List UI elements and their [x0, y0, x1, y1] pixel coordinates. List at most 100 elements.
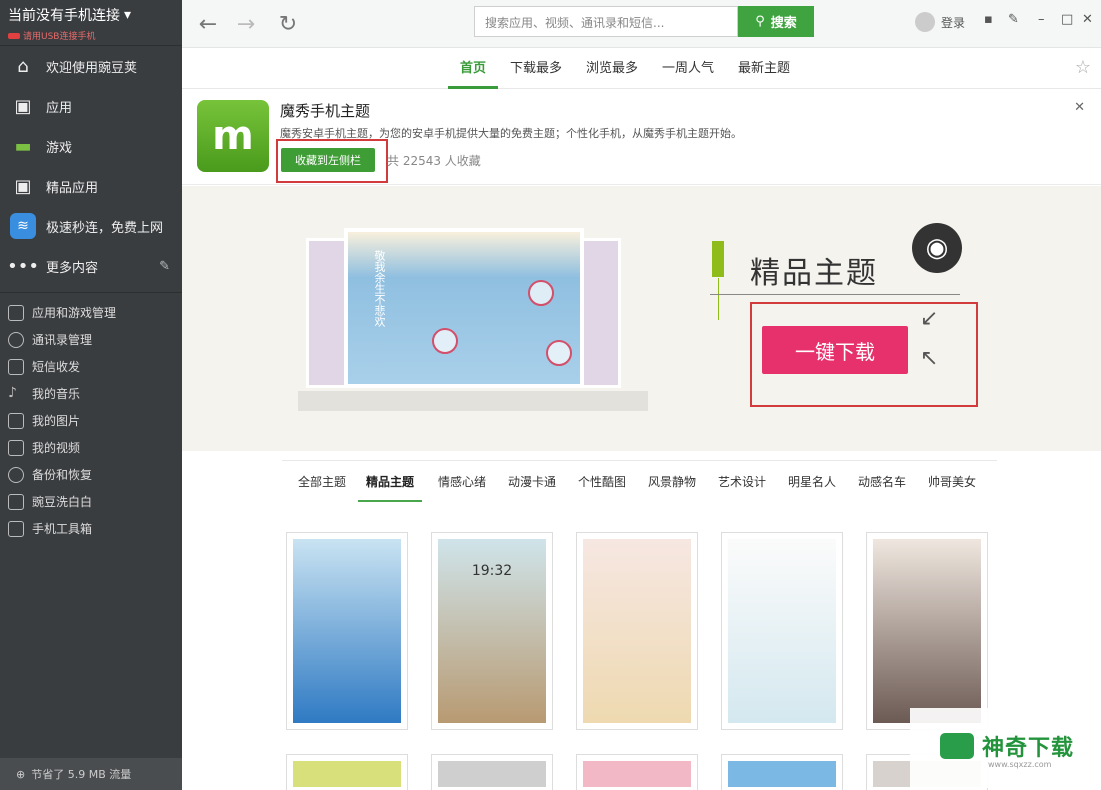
sidebar-item-featured[interactable]: ▣ 精品应用	[0, 166, 182, 206]
theme-thumbnail[interactable]	[721, 754, 843, 790]
tab-featured-themes[interactable]: 精品主题	[358, 473, 423, 502]
video-icon	[8, 439, 24, 456]
tab-all-themes[interactable]: 全部主题	[298, 473, 346, 500]
tab-home[interactable]: 首页	[448, 49, 498, 89]
briefcase-icon: ▣	[14, 175, 32, 197]
sidebar-item-clean[interactable]: 豌豆洗白白	[0, 488, 182, 515]
theme-thumbnail[interactable]	[576, 532, 698, 730]
photo-text: 敬我余生不悲欢	[373, 250, 386, 327]
sidebar-item-app-manage[interactable]: 应用和游戏管理	[0, 299, 182, 326]
banner-title: 精品主题	[750, 256, 878, 291]
minimize-icon[interactable]: –	[1038, 12, 1045, 27]
sidebar-item-sms[interactable]: 短信收发	[0, 353, 182, 380]
maximize-icon[interactable]: □	[1061, 12, 1073, 27]
cube-icon	[8, 304, 24, 321]
theme-preview: 19:32	[438, 539, 546, 723]
theme-thumbnail[interactable]	[866, 532, 988, 730]
tab-bar: 首页 下载最多 浏览最多 一周人气 最新主题 ☆	[182, 49, 1101, 89]
toolbox-icon	[8, 520, 24, 537]
home-icon: ⌂	[17, 55, 29, 77]
tab-anime[interactable]: 动漫卡通	[508, 473, 556, 500]
search-button[interactable]: ⚲ 搜索	[738, 6, 814, 37]
featured-banner: 敬我余生不悲欢 精品主题 ◉ 一键下载 ↙ ↖	[182, 186, 1101, 451]
arrow-icon: ↙	[920, 306, 939, 331]
wrench-icon[interactable]: ✎	[1008, 12, 1019, 27]
theme-preview	[293, 539, 401, 723]
chevron-down-icon[interactable]: ▾	[124, 7, 131, 23]
sidebar-item-images[interactable]: 我的图片	[0, 407, 182, 434]
star-icon[interactable]: ☆	[1075, 57, 1091, 78]
sidebar-item-wifi[interactable]: ≋ 极速秒连，免费上网	[0, 206, 182, 246]
theme-time: 19:32	[471, 563, 513, 579]
clean-icon	[8, 493, 24, 510]
theme-thumbnail[interactable]	[286, 532, 408, 730]
usb-icon	[8, 32, 20, 39]
theme-thumbnail[interactable]	[286, 754, 408, 790]
gamepad-icon: ▬	[14, 135, 32, 157]
wrench-icon[interactable]: ✎	[159, 259, 170, 274]
divider	[0, 292, 182, 293]
sidebar-item-contacts[interactable]: 通讯录管理	[0, 326, 182, 353]
tab-most-viewed[interactable]: 浏览最多	[586, 49, 638, 89]
sidebar-item-apps[interactable]: ▣ 应用	[0, 86, 182, 126]
backup-icon	[8, 466, 24, 483]
tab-newest[interactable]: 最新主题	[738, 49, 790, 89]
tab-cool-images[interactable]: 个性酷图	[578, 473, 626, 500]
tab-weekly-popular[interactable]: 一周人气	[662, 49, 714, 89]
more-icon: •••	[7, 255, 39, 277]
briefcase-icon: ▣	[14, 95, 32, 117]
sidebar-item-videos[interactable]: 我的视频	[0, 434, 182, 461]
category-tabs: 全部主题 精品主题 情感心绪 动漫卡通 个性酷图 风景静物 艺术设计 明星名人 …	[282, 460, 997, 506]
tab-celebrities[interactable]: 明星名人	[788, 473, 836, 500]
close-icon[interactable]: ✕	[1082, 12, 1093, 27]
refresh-icon[interactable]: ↻	[274, 10, 302, 38]
sidebar-item-games[interactable]: ▬ 游戏	[0, 126, 182, 166]
chat-icon[interactable]: ▪	[984, 12, 993, 27]
tab-most-downloaded[interactable]: 下载最多	[510, 49, 562, 89]
app-logo-icon: m	[197, 100, 269, 172]
sidebar-item-backup[interactable]: 备份和恢复	[0, 461, 182, 488]
sidebar-item-toolbox[interactable]: 手机工具箱	[0, 515, 182, 542]
theme-thumbnail[interactable]	[431, 754, 553, 790]
theme-thumbnail[interactable]: 19:32	[431, 532, 553, 730]
photo-shadow	[298, 391, 648, 411]
sidebar-item-more[interactable]: ••• 更多内容 ✎	[0, 246, 182, 286]
connection-panel[interactable]: 当前没有手机连接 ▾ 请用USB连接手机	[0, 0, 182, 46]
highlight-box	[276, 139, 388, 183]
theme-thumbnail[interactable]	[576, 754, 698, 790]
tab-art-design[interactable]: 艺术设计	[718, 473, 766, 500]
search-input[interactable]: 搜索应用、视频、通讯录和短信...	[474, 6, 738, 37]
login-button[interactable]: 登录	[915, 12, 965, 32]
connection-title: 当前没有手机连接	[8, 8, 120, 24]
main-nav: ⌂ 欢迎使用豌豆荚 ▣ 应用 ▬ 游戏 ▣ 精品应用 ≋ 极速秒连，免费上网 ••• 更多内…	[0, 46, 182, 286]
back-icon[interactable]: ←	[194, 10, 222, 38]
wind-chime	[546, 340, 572, 366]
sidebar: 当前没有手机连接 ▾ 请用USB连接手机 ⌂ 欢迎使用豌豆荚 ▣ 应用 ▬ 游戏 ▣ 精品…	[0, 0, 182, 790]
tab-people[interactable]: 帅哥美女	[928, 473, 976, 500]
accent-bar	[712, 241, 724, 277]
wifi-icon: ≋	[10, 213, 36, 239]
theme-preview	[583, 539, 691, 723]
traffic-footer: ⊕ 节省了 5.9 MB 流量	[0, 758, 182, 790]
banner-photo[interactable]: 敬我余生不悲欢	[344, 228, 584, 388]
image-icon	[8, 412, 24, 429]
theme-preview	[583, 761, 691, 787]
close-icon[interactable]: ✕	[1074, 100, 1085, 115]
tab-cars[interactable]: 动感名车	[858, 473, 906, 500]
theme-preview	[293, 761, 401, 787]
theme-preview	[873, 539, 981, 723]
tab-scenery[interactable]: 风景静物	[648, 473, 696, 500]
watermark-logo-icon	[940, 733, 974, 759]
forward-icon[interactable]: →	[232, 10, 260, 38]
one-click-download-button[interactable]: 一键下载	[762, 326, 908, 374]
watermark: 神奇下载 www.sqxzz.com	[910, 708, 1100, 788]
sidebar-item-music[interactable]: ♪ 我的音乐	[0, 380, 182, 407]
divider	[710, 294, 960, 295]
theme-thumbnail[interactable]	[721, 532, 843, 730]
sidebar-item-welcome[interactable]: ⌂ 欢迎使用豌豆荚	[0, 46, 182, 86]
avatar	[915, 12, 935, 32]
tab-emotion[interactable]: 情感心绪	[438, 473, 486, 500]
music-icon: ♪	[8, 384, 17, 401]
watermark-text: 神奇下载	[982, 736, 1075, 761]
search-icon: ⚲	[755, 14, 765, 29]
